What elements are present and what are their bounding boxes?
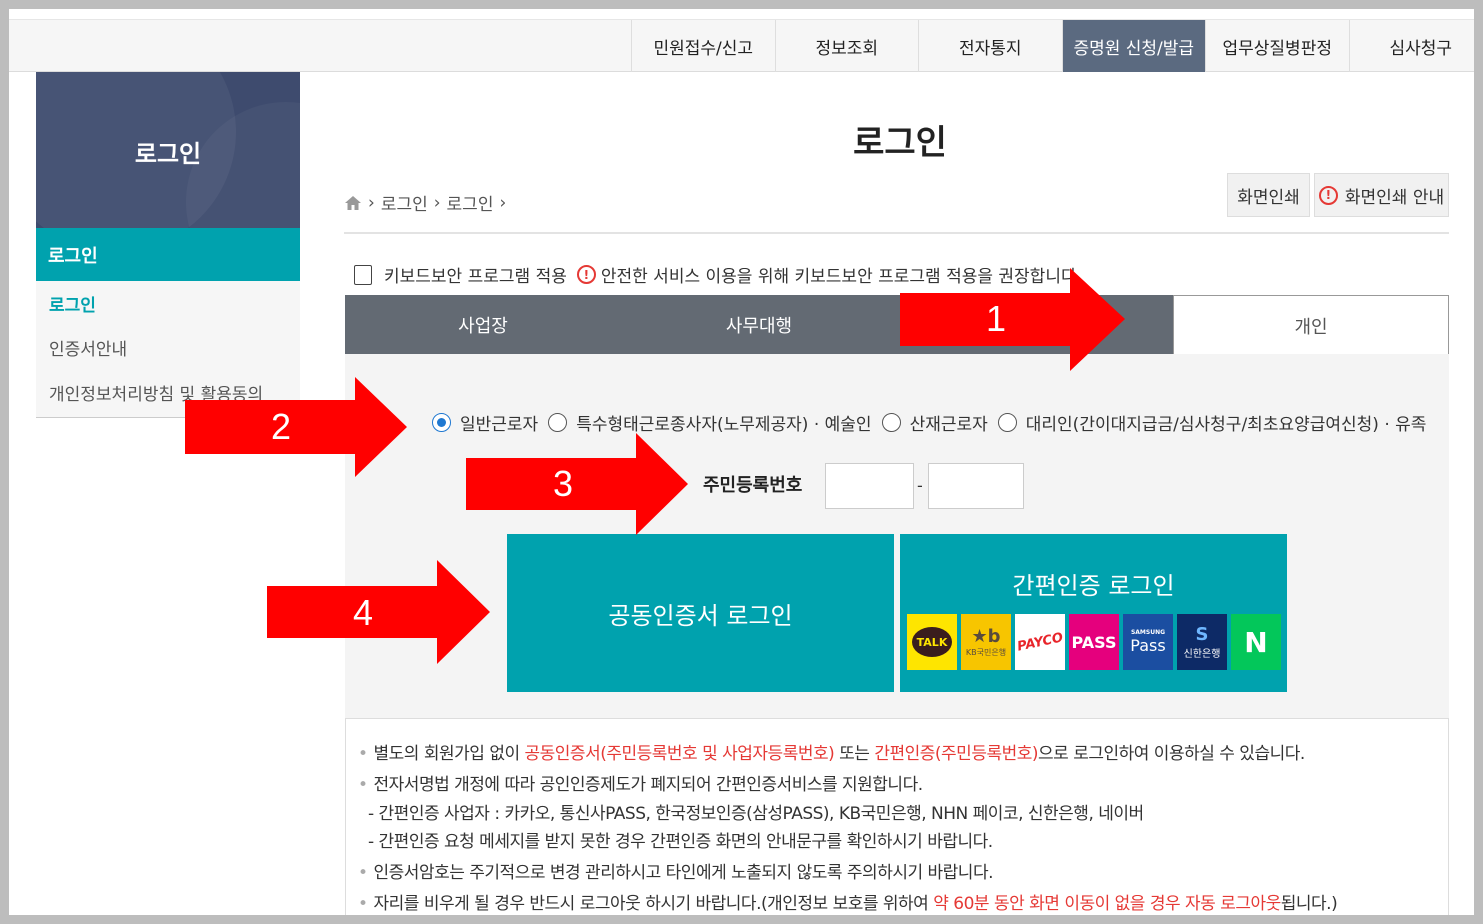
sidebar-title: 로그인 xyxy=(134,140,202,168)
warning-icon: ! xyxy=(576,265,596,284)
breadcrumb-separator: › xyxy=(433,192,441,213)
home-icon[interactable] xyxy=(344,194,362,212)
nav-item-info-inquiry[interactable]: 정보조회 xyxy=(774,20,919,72)
sidebar-header: 로그인 xyxy=(36,72,300,228)
ssn-label: 주민등록번호 xyxy=(703,475,803,496)
annotation-number: 3 xyxy=(553,463,574,504)
kakao-talk-label: TALK xyxy=(912,627,952,657)
pass-label: PASS xyxy=(1071,632,1117,652)
annotation-number: 2 xyxy=(271,406,292,447)
samsung-pass-label: Pass xyxy=(1130,636,1166,655)
samsung-wordmark: SAMSUNG xyxy=(1130,629,1166,636)
notice-line: • 인증서암호는 주기적으로 변경 관리하시고 타인에게 노출되지 않도록 주의하… xyxy=(358,863,993,883)
radio-general-worker[interactable] xyxy=(432,413,451,432)
sidebar-menu-heading[interactable]: 로그인 xyxy=(36,228,300,281)
shinhan-bank-icon[interactable]: S 신한은행 xyxy=(1177,614,1227,670)
radio-special-worker[interactable] xyxy=(548,413,568,432)
notice-line: - 간편인증 요청 메세지를 받지 못한 경우 간편인증 화면의 안내문구를 확… xyxy=(368,832,993,852)
simple-auth-login-button[interactable]: 간편인증 로그인 TALK ★b KB국민은행 PAYCO PASS SAMSU… xyxy=(900,534,1287,692)
naver-icon[interactable]: N xyxy=(1231,614,1281,670)
print-button-label: 화면인쇄 xyxy=(1237,187,1300,208)
print-guide-button[interactable]: ! 화면인쇄 안내 xyxy=(1314,173,1449,217)
breadcrumb-separator: › xyxy=(368,192,375,213)
print-guide-label: 화면인쇄 안내 xyxy=(1344,187,1445,208)
annotation-arrow-2: 2 xyxy=(185,377,407,481)
page-title: 로그인 xyxy=(853,123,947,163)
nav-item-civil-petition[interactable]: 민원접수/신고 xyxy=(631,20,775,72)
nav-item-certificate[interactable]: 증명원 신청/발급 xyxy=(1061,20,1205,72)
radio-agent[interactable] xyxy=(997,413,1017,432)
annotation-arrow-3: 3 xyxy=(466,433,688,539)
pass-icon[interactable]: PASS xyxy=(1069,614,1119,670)
payco-icon[interactable]: PAYCO xyxy=(1015,614,1065,670)
annotation-arrow-4: 4 xyxy=(267,560,490,668)
kb-bank-label: KB국민은행 xyxy=(965,648,1007,657)
divider xyxy=(344,232,1449,234)
breadcrumb-separator: › xyxy=(499,192,507,213)
notice-line: - 간편인증 사업자 : 카카오, 통신사PASS, 한국정보인증(삼성PASS… xyxy=(368,804,1144,824)
tab-business[interactable]: 사업장 xyxy=(345,295,621,354)
keyboard-security-checkbox[interactable] xyxy=(354,264,372,285)
shinhan-logo-mark: S xyxy=(1195,624,1209,645)
breadcrumb: › 로그인 › 로그인 › xyxy=(344,190,506,215)
tab-agency[interactable]: 사무대행 xyxy=(621,295,897,354)
nav-item-occupational-disease[interactable]: 업무상질병판정 xyxy=(1205,20,1349,72)
notice-line: • 별도의 회원가입 없이 공동인증서(주민등록번호 및 사업자등록번호) 또는 … xyxy=(358,744,1305,764)
radio-label: 특수형태근로종사자(노무제공자) · 예술인 xyxy=(576,415,872,435)
shinhan-bank-label: 신한은행 xyxy=(1183,649,1221,660)
kakao-talk-icon[interactable]: TALK xyxy=(907,614,957,670)
sidebar-item-login[interactable]: 로그인 xyxy=(49,291,96,316)
tab-individual[interactable]: 개인 xyxy=(1173,295,1449,355)
ssn-dash: - xyxy=(917,476,923,495)
annotation-arrow-1: 1 xyxy=(900,268,1125,375)
sidebar-item-cert-guide[interactable]: 인증서안내 xyxy=(49,335,127,360)
simple-auth-label: 간편인증 로그인 xyxy=(1012,572,1175,600)
radio-label: 산재근로자 xyxy=(909,415,988,435)
kb-bank-icon[interactable]: ★b KB국민은행 xyxy=(961,614,1011,670)
breadcrumb-item[interactable]: 로그인 xyxy=(447,190,494,215)
top-navigation: 민원접수/신고 정보조회 전자통지 증명원 신청/발급 업무상질병판정 심사청구 xyxy=(9,19,1474,72)
annotation-number: 1 xyxy=(986,298,1007,339)
breadcrumb-item[interactable]: 로그인 xyxy=(381,190,428,215)
ssn-back-input[interactable] xyxy=(928,463,1024,509)
warning-icon: ! xyxy=(1318,185,1338,205)
notice-line: • 자리를 비우게 될 경우 반드시 로그아웃 하시기 바랍니다.(개인정보 보호… xyxy=(358,894,1338,914)
annotation-number: 4 xyxy=(353,592,374,633)
radio-injured-worker[interactable] xyxy=(881,413,901,432)
nav-item-review-claim[interactable]: 심사청구 xyxy=(1348,20,1483,72)
radio-label: 대리인(간이대지급금/심사청구/최초요양급여신청) · 유족 xyxy=(1025,415,1427,435)
radio-label: 일반근로자 xyxy=(460,415,539,435)
naver-label: N xyxy=(1244,625,1268,659)
print-button[interactable]: 화면인쇄 xyxy=(1227,173,1310,217)
certificate-login-button[interactable]: 공동인증서 로그인 xyxy=(507,534,894,692)
payco-label: PAYCO xyxy=(1015,629,1065,655)
user-type-radio-group: 일반근로자 특수형태근로종사자(노무제공자) · 예술인 산재근로자 대리인(간… xyxy=(432,410,1436,435)
samsung-pass-icon[interactable]: SAMSUNG Pass xyxy=(1123,614,1173,670)
login-type-tabs: 사업장 사무대행 개인 xyxy=(345,295,1449,355)
ssn-front-input[interactable] xyxy=(825,463,914,509)
notice-line: • 전자서명법 개정에 따라 공인인증제도가 폐지되어 간편인증서비스를 지원합니… xyxy=(358,775,923,795)
nav-item-e-notice[interactable]: 전자통지 xyxy=(918,20,1062,72)
kb-logo-mark: ★b xyxy=(971,626,1001,647)
keyboard-security-label: 키보드보안 프로그램 적용 xyxy=(384,267,567,287)
